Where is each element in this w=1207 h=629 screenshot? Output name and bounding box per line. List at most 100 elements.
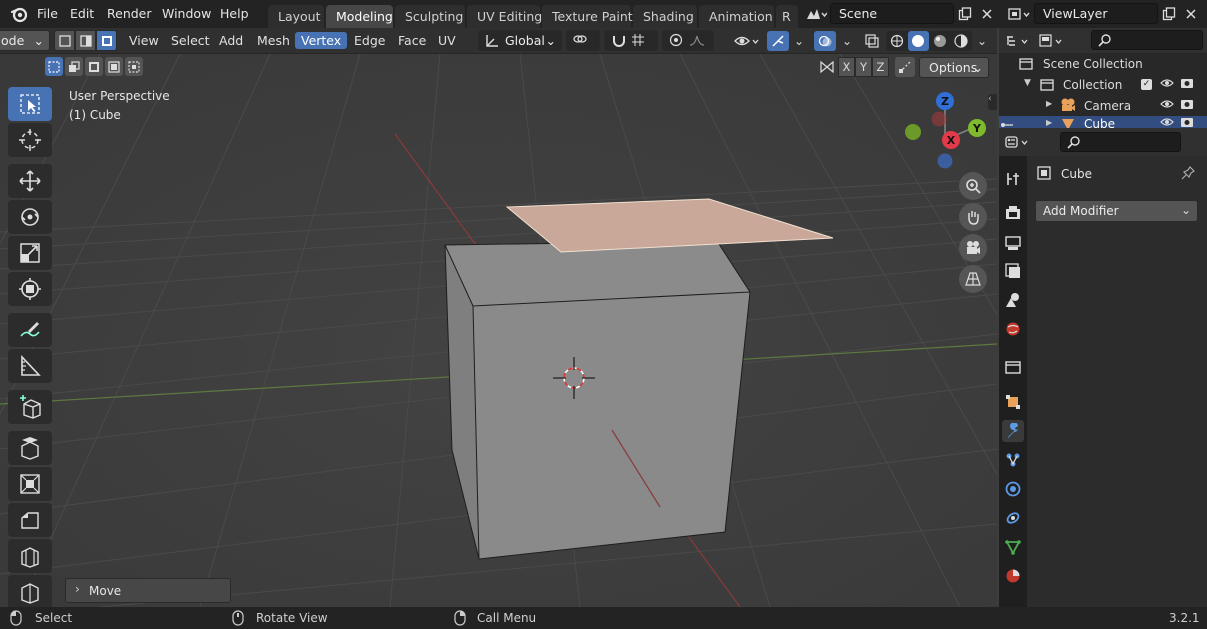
cube-item-row[interactable]: ▶ Cube xyxy=(999,116,1207,128)
proportional-editing-dropdown[interactable] xyxy=(662,30,714,51)
render-tab-icon[interactable] xyxy=(1002,202,1024,224)
last-operation-panel[interactable]: › Move xyxy=(65,578,231,603)
extrude-region-tool[interactable] xyxy=(8,431,52,465)
blender-logo-icon[interactable] xyxy=(10,5,28,23)
inset-faces-tool[interactable] xyxy=(8,467,52,501)
new-scene-icon[interactable] xyxy=(955,4,975,24)
constraints-tab-icon[interactable] xyxy=(1002,507,1024,529)
tab-sculpting[interactable]: Sculpting xyxy=(395,5,465,28)
render-camera-icon[interactable] xyxy=(1180,77,1194,92)
gizmo-z-axis[interactable]: Z xyxy=(936,92,954,110)
render-camera-icon[interactable] xyxy=(1180,116,1194,128)
sidebar-toggle-icon[interactable]: ‹ xyxy=(988,94,997,110)
move-tool[interactable] xyxy=(8,164,52,198)
select-box-tool[interactable] xyxy=(8,87,52,121)
mirror-z-toggle[interactable]: Z xyxy=(872,57,889,77)
menu-add[interactable]: Add xyxy=(213,32,249,49)
scene-canvas[interactable] xyxy=(0,54,997,607)
gizmo-x-axis[interactable]: X xyxy=(942,131,960,149)
visibility-eye-icon[interactable] xyxy=(1160,116,1174,128)
remove-scene-icon[interactable] xyxy=(977,4,997,24)
box-select-icon[interactable] xyxy=(45,57,63,76)
tool-settings-tab-icon[interactable] xyxy=(1002,168,1024,190)
view-layer-browse-icon[interactable] xyxy=(1004,4,1034,24)
outliner-editor-type-icon[interactable] xyxy=(1003,31,1033,51)
mirror-butterfly-icon[interactable] xyxy=(817,57,837,77)
menu-mesh[interactable]: Mesh xyxy=(251,32,296,49)
zoom-icon[interactable] xyxy=(959,172,987,200)
tab-animation[interactable]: Animation xyxy=(699,5,774,28)
loop-cut-tool[interactable] xyxy=(8,539,52,573)
material-tab-icon[interactable] xyxy=(1002,565,1024,587)
menu-vertex[interactable]: Vertex xyxy=(295,32,348,49)
expand-cube-icon[interactable]: ▶ xyxy=(1046,118,1052,127)
object-data-tab-icon[interactable] xyxy=(1002,536,1024,558)
3d-viewport[interactable]: User Perspective (1) Cube Z Y X X Y Z Op… xyxy=(0,54,997,607)
menu-render[interactable]: Render xyxy=(107,6,152,21)
orientation-dropdown[interactable]: Global ⌄ xyxy=(478,30,562,51)
cursor-tool[interactable] xyxy=(8,123,52,157)
outliner-filter-icon[interactable] xyxy=(999,119,1015,128)
rendered-shading-icon[interactable] xyxy=(951,31,973,51)
measure-tool[interactable] xyxy=(8,349,52,383)
overlays-options-chevron-icon[interactable]: ⌄ xyxy=(838,31,856,51)
menu-window[interactable]: Window xyxy=(162,6,211,21)
camera-item-label[interactable]: Camera xyxy=(1084,99,1131,113)
mode-dropdown[interactable]: ode ⌄ xyxy=(0,30,50,51)
particles-tab-icon[interactable] xyxy=(1002,449,1024,471)
box-subtract-icon[interactable] xyxy=(85,57,103,76)
physics-tab-icon[interactable] xyxy=(1002,478,1024,500)
select-new-icon[interactable] xyxy=(54,30,75,51)
gizmo-toggle-icon[interactable] xyxy=(767,31,789,51)
display-mode-icon[interactable] xyxy=(1037,31,1067,51)
output-tab-icon[interactable] xyxy=(1002,232,1024,254)
menu-edit[interactable]: Edit xyxy=(70,6,94,21)
scene-browse-icon[interactable] xyxy=(802,4,830,24)
bevel-tool[interactable] xyxy=(8,503,52,537)
expand-camera-icon[interactable]: ▶ xyxy=(1046,99,1052,108)
menu-help[interactable]: Help xyxy=(220,6,249,21)
render-camera-icon[interactable] xyxy=(1180,98,1194,113)
mirror-y-toggle[interactable]: Y xyxy=(855,57,872,77)
knife-tool[interactable] xyxy=(8,575,52,609)
collection-tab-icon[interactable] xyxy=(1002,356,1024,378)
navigation-gizmo[interactable]: Z Y X xyxy=(900,90,990,170)
mirror-x-toggle[interactable]: X xyxy=(838,57,855,77)
scene-name-field[interactable]: Scene xyxy=(830,3,954,24)
tab-layout[interactable]: Layout xyxy=(268,5,324,28)
box-invert-icon[interactable] xyxy=(105,57,123,76)
properties-editor-type-icon[interactable] xyxy=(1003,132,1033,152)
box-extend-icon[interactable] xyxy=(65,57,83,76)
snap-dropdown[interactable] xyxy=(604,30,658,51)
modifiers-wrench-tab-icon[interactable] xyxy=(1002,420,1024,442)
box-intersect-icon[interactable] xyxy=(125,57,143,76)
menu-uv[interactable]: UV xyxy=(432,32,462,49)
visibility-eye-icon[interactable] xyxy=(1160,98,1174,113)
add-cube-tool[interactable] xyxy=(8,390,52,424)
menu-face[interactable]: Face xyxy=(392,32,432,49)
object-tab-icon[interactable] xyxy=(1002,391,1024,413)
options-dropdown[interactable]: Options ⌄ xyxy=(919,57,989,78)
material-preview-shading-icon[interactable] xyxy=(929,31,951,51)
auto-merge-icon[interactable] xyxy=(895,57,915,77)
select-extend-icon[interactable] xyxy=(75,30,96,51)
overlays-toggle-icon[interactable] xyxy=(814,31,836,51)
new-view-layer-icon[interactable] xyxy=(1159,4,1179,24)
select-subtract-icon[interactable] xyxy=(96,30,117,51)
tab-uv-editing[interactable]: UV Editing xyxy=(467,5,542,28)
tab-texture-paint[interactable]: Texture Paint xyxy=(542,5,633,28)
collection-checkbox-icon[interactable]: ✓ xyxy=(1141,79,1152,90)
world-tab-icon[interactable] xyxy=(1002,318,1024,340)
add-modifier-dropdown[interactable]: Add Modifier ⌄ xyxy=(1035,200,1198,222)
scale-tool[interactable] xyxy=(8,236,52,270)
tab-modeling[interactable]: Modeling xyxy=(326,5,393,28)
scene-collection-label[interactable]: Scene Collection xyxy=(1043,57,1143,71)
expand-collection-icon[interactable]: ▼ xyxy=(1024,78,1031,88)
cube-item-label[interactable]: Cube xyxy=(1084,117,1115,128)
tab-rendering[interactable]: R xyxy=(776,5,798,28)
annotate-tool[interactable] xyxy=(8,313,52,347)
properties-search-input[interactable] xyxy=(1060,132,1181,152)
collection-label[interactable]: Collection xyxy=(1063,78,1122,92)
shading-options-chevron-icon[interactable]: ⌄ xyxy=(973,31,991,51)
gizmo-options-chevron-icon[interactable]: ⌄ xyxy=(790,31,808,51)
